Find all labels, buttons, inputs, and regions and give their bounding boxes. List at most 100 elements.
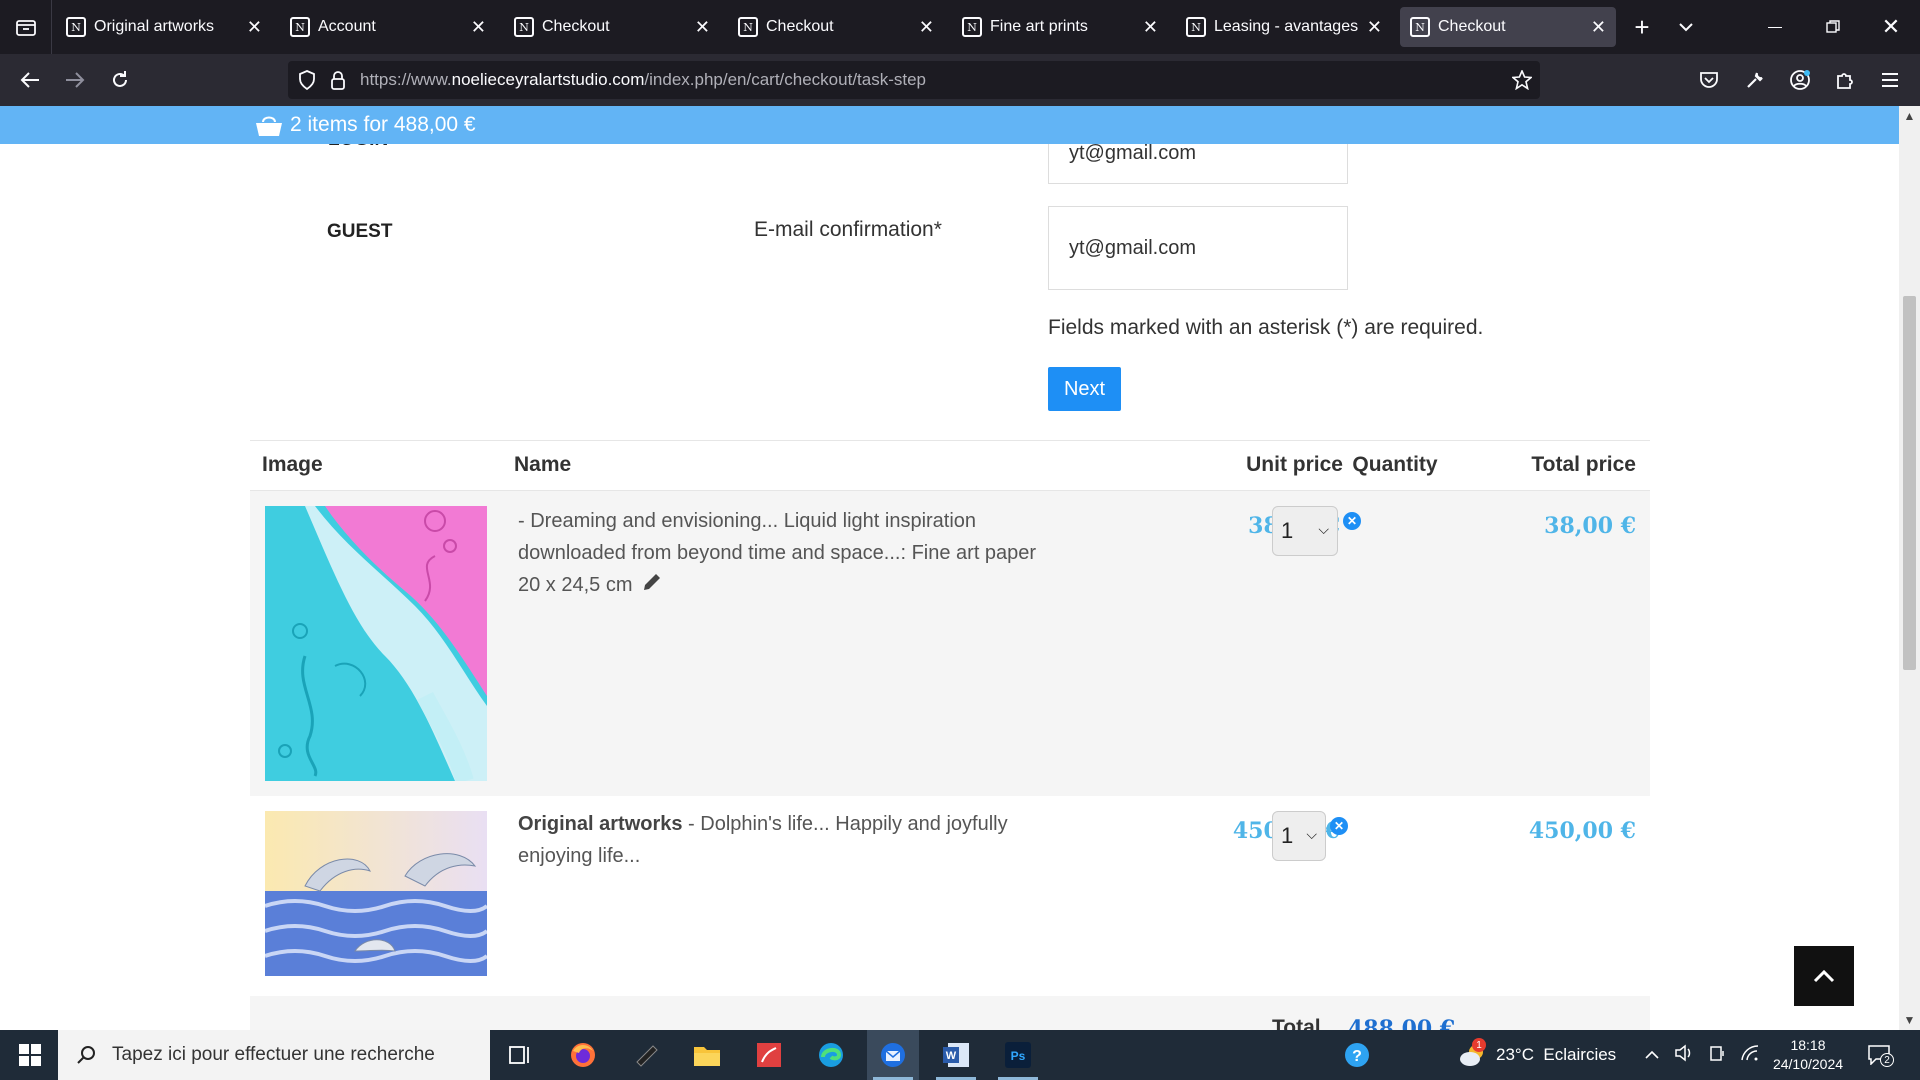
close-window-icon[interactable]: ✕ [1862,5,1920,49]
quantity-value: 1 [1281,518,1294,543]
page-scrollbar[interactable]: ▲ ▼ [1899,106,1920,1030]
total-price: 450,00 € [1528,818,1636,844]
account-icon[interactable] [1778,58,1822,102]
bookmark-star-icon[interactable] [1512,70,1532,90]
restore-icon[interactable] [1804,5,1862,49]
web-page: 2 items for 488,00 € LOGIN yt@gmail.com … [0,106,1899,1030]
browser-nav-bar: https://www.noelieceyralartstudio.com/in… [0,54,1920,106]
chevron-down-icon: ⌵ [1306,826,1317,842]
edge-icon[interactable] [805,1030,857,1080]
menu-hamburger-icon[interactable] [1868,58,1912,102]
remove-item-icon[interactable]: ✕ [1343,512,1361,530]
minimize-icon[interactable] [1746,5,1804,49]
scroll-up-arrow-icon[interactable]: ▲ [1899,106,1920,126]
scroll-down-arrow-icon[interactable]: ▼ [1899,1010,1920,1030]
wifi-icon[interactable] [1740,1044,1760,1067]
tab-close-icon[interactable]: ✕ [1367,17,1382,38]
tab-close-icon[interactable]: ✕ [1591,17,1606,38]
tab-title: Leasing - avantages fi [1214,18,1361,35]
browser-tab[interactable]: N Checkout ✕ [728,7,944,47]
tab-title: Checkout [766,18,834,35]
site-favicon-icon: N [66,17,86,37]
header-total-price: Total price [1531,453,1636,476]
item-description[interactable]: - Dreaming and envisioning... Liquid lig… [518,505,1058,602]
pdf-app-icon[interactable] [743,1030,795,1080]
scrollbar-thumb[interactable] [1903,296,1916,670]
quantity-select[interactable]: 1 ⌵ [1272,811,1326,861]
back-arrow-icon[interactable] [8,58,52,102]
browser-tab[interactable]: N Account ✕ [280,7,496,47]
browser-tab[interactable]: N Checkout ✕ [1400,7,1616,47]
windows-taskbar: Tapez ici pour effectuer une recherche W… [0,1030,1920,1080]
guest-label: GUEST [327,221,393,242]
clock-date: 24/10/2024 [1772,1056,1844,1072]
volume-icon[interactable] [1674,1043,1694,1067]
show-hidden-icons-chevron-icon[interactable] [1644,1045,1660,1065]
site-favicon-icon: N [514,17,534,37]
next-button[interactable]: Next [1048,367,1121,411]
help-icon[interactable]: ? [1343,1030,1371,1080]
url-host: noelieceyralartstudio.com [451,70,645,89]
clock[interactable]: 18:18 24/10/2024 [1763,1030,1853,1080]
wrench-icon[interactable] [1733,58,1777,102]
tab-close-icon[interactable]: ✕ [1143,17,1158,38]
tab-close-icon[interactable]: ✕ [247,17,262,38]
edit-pencil-icon[interactable] [642,570,662,602]
search-placeholder: Tapez ici pour effectuer une recherche [112,1044,435,1065]
cart-summary-bar[interactable]: 2 items for 488,00 € [0,106,1899,144]
tab-close-icon[interactable]: ✕ [919,17,934,38]
cart-total-row: Total 488,00 € [250,996,1650,1030]
browser-tab[interactable]: N Leasing - avantages fi ✕ [1176,7,1392,47]
cart-row: Original artworks - Dolphin's life... Ha… [250,796,1650,996]
forward-arrow-icon[interactable] [53,58,97,102]
email-confirmation-field[interactable]: yt@gmail.com [1048,206,1348,290]
artwork-thumbnail-liquid-light[interactable] [265,506,487,781]
header-image: Image [262,453,323,476]
back-to-top-button[interactable] [1794,946,1854,1006]
tab-title: Account [318,18,376,35]
file-explorer-icon[interactable] [681,1030,733,1080]
tab-close-icon[interactable]: ✕ [471,17,486,38]
battery-plug-icon[interactable] [1708,1044,1726,1067]
cart-row: - Dreaming and envisioning... Liquid lig… [250,490,1650,796]
extensions-puzzle-icon[interactable] [1823,58,1867,102]
windows-start-icon[interactable] [4,1030,56,1080]
quantity-select[interactable]: 1 ⌵ [1272,506,1338,556]
lock-icon[interactable] [330,70,346,90]
svg-text:?: ? [1352,1048,1362,1065]
list-all-tabs-chevron-icon[interactable] [1664,5,1708,49]
item-category: Original artworks [518,813,683,835]
pocket-icon[interactable] [1687,58,1731,102]
tab-list-icon[interactable] [0,0,52,54]
weather-text: 23°C Eclaircies [1496,1045,1617,1064]
basket-icon [254,113,284,137]
browser-tab[interactable]: N Fine art prints ✕ [952,7,1168,47]
tab-close-icon[interactable]: ✕ [695,17,710,38]
chevron-down-icon: ⌵ [1318,521,1329,537]
tracking-shield-icon[interactable] [298,70,316,90]
artwork-thumbnail-dolphins[interactable] [265,811,487,976]
taskbar-search-box[interactable]: Tapez ici pour effectuer une recherche [58,1030,490,1080]
reload-icon[interactable] [98,58,142,102]
notification-count-badge: 2 [1880,1053,1894,1067]
system-tray [1644,1030,1760,1080]
url-bar[interactable]: https://www.noelieceyralartstudio.com/in… [288,61,1540,99]
item-name: Dreaming and envisioning... Liquid light… [518,510,1037,596]
item-description[interactable]: Original artworks - Dolphin's life... Ha… [518,808,1058,872]
notification-center-icon[interactable]: 2 [1868,1030,1894,1080]
new-tab-plus-icon[interactable]: + [1620,5,1664,49]
browser-tab[interactable]: N Checkout ✕ [504,7,720,47]
remove-item-icon[interactable]: ✕ [1330,817,1348,835]
weather-widget[interactable]: 1 23°C Eclaircies [1458,1030,1616,1080]
word-icon[interactable]: W [930,1030,982,1080]
browser-tab[interactable]: N Original artworks ✕ [56,7,272,47]
stylus-app-icon[interactable] [620,1030,672,1080]
thunderbird-icon[interactable] [867,1030,919,1080]
task-view-icon[interactable] [494,1030,546,1080]
firefox-icon[interactable] [557,1030,609,1080]
photoshop-icon[interactable]: Ps [992,1030,1044,1080]
site-favicon-icon: N [738,17,758,37]
total-price: 38,00 € [1544,513,1636,539]
item-separator: - [518,510,531,532]
tab-title: Original artworks [94,18,215,35]
